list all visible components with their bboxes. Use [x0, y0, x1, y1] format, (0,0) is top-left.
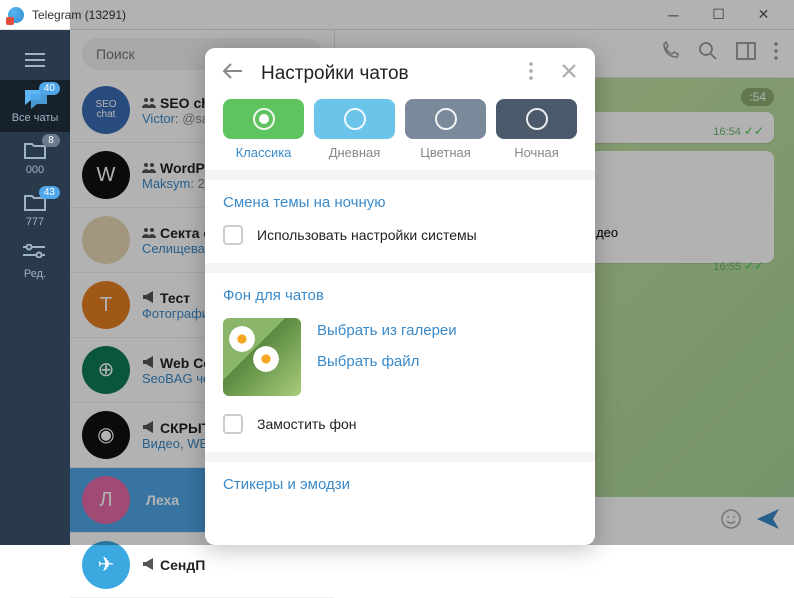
- stickers-title: Стикеры и эмодзи: [223, 476, 577, 493]
- close-icon[interactable]: [561, 63, 577, 84]
- theme-option[interactable]: Дневная: [314, 99, 395, 160]
- theme-swatch: [496, 99, 577, 139]
- rail-folder-000[interactable]: 8 000: [0, 132, 70, 184]
- use-system-checkbox-row[interactable]: Использовать настройки системы: [223, 225, 577, 245]
- rail-all-chats[interactable]: 40 Все чаты: [0, 80, 70, 132]
- choose-file-link[interactable]: Выбрать файл: [317, 353, 457, 370]
- sliders-icon: [23, 244, 47, 266]
- back-icon[interactable]: [223, 63, 243, 84]
- theme-label: Классика: [236, 145, 292, 160]
- app-icon: [8, 7, 24, 23]
- rail-edit[interactable]: Ред.: [0, 236, 70, 288]
- choose-from-gallery-link[interactable]: Выбрать из галереи: [317, 322, 457, 339]
- theme-option[interactable]: Ночная: [496, 99, 577, 160]
- theme-swatch: [405, 99, 486, 139]
- theme-swatch: [314, 99, 395, 139]
- theme-label: Дневная: [329, 145, 381, 160]
- background-thumbnail[interactable]: [223, 318, 301, 396]
- background-title: Фон для чатов: [223, 287, 577, 304]
- chat-type-icon: [142, 557, 156, 573]
- left-rail: 40 Все чаты 8 000 43 777 Ред.: [0, 30, 70, 545]
- chat-title: СендП: [160, 557, 205, 573]
- modal-title: Настройки чатов: [261, 63, 511, 85]
- theme-label: Ночная: [514, 145, 559, 160]
- chat-settings-modal: Настройки чатов Классика Дневная Цветная Но…: [205, 48, 595, 545]
- theme-swatch: [223, 99, 304, 139]
- theme-option[interactable]: Цветная: [405, 99, 486, 160]
- rail-folder-777[interactable]: 43 777: [0, 184, 70, 236]
- rail-badge: 40: [39, 82, 60, 95]
- hamburger-menu[interactable]: [0, 40, 70, 80]
- rail-badge: 8: [42, 134, 60, 147]
- theme-label: Цветная: [420, 145, 471, 160]
- checkbox-icon: [223, 225, 243, 245]
- tile-bg-checkbox-row[interactable]: Замостить фон: [223, 414, 577, 434]
- theme-option[interactable]: Классика: [223, 99, 304, 160]
- checkbox-icon: [223, 414, 243, 434]
- rail-badge: 43: [39, 186, 60, 199]
- night-mode-title: Смена темы на ночную: [223, 194, 577, 211]
- chat-avatar: ✈: [82, 541, 130, 589]
- more-icon[interactable]: [529, 62, 533, 85]
